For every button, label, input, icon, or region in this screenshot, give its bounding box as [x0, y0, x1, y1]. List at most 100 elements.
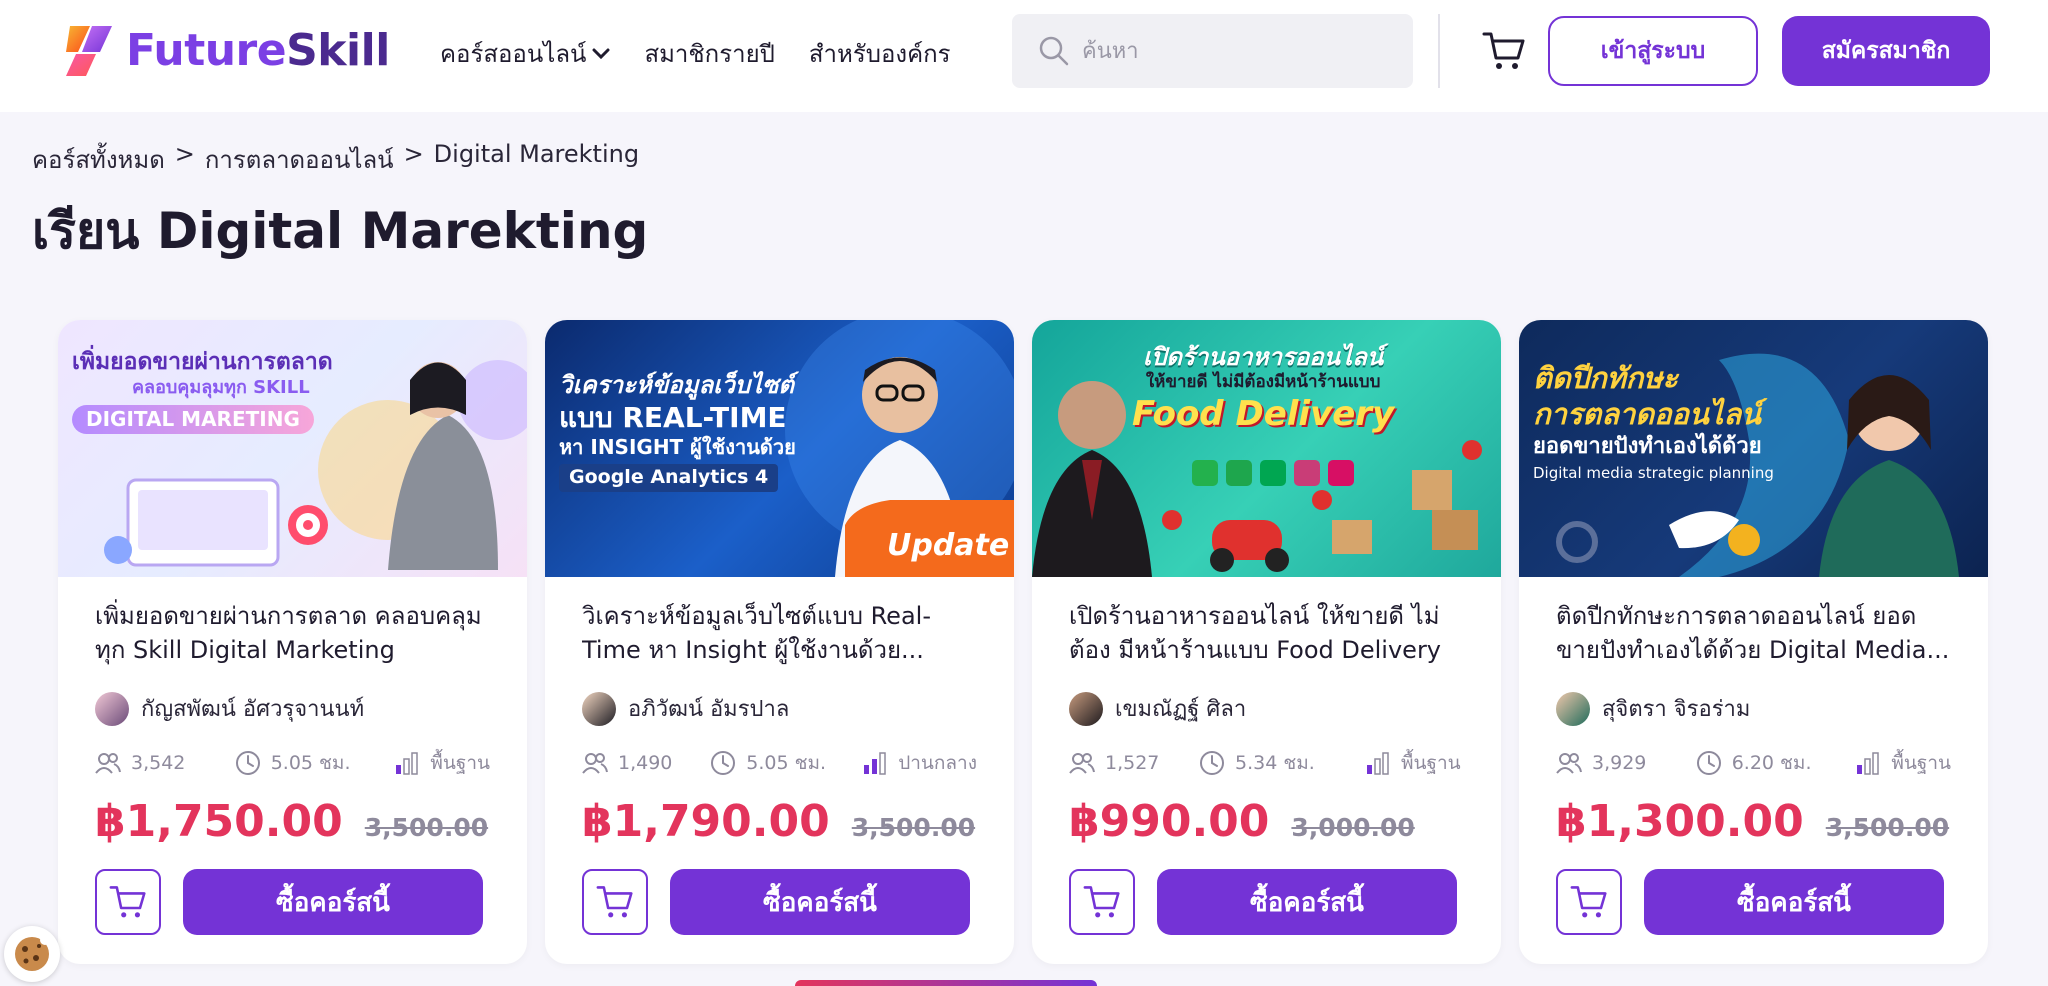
chevron-down-icon [592, 48, 610, 59]
cookie-settings-button[interactable] [4, 926, 60, 982]
users-icon [95, 753, 121, 774]
add-to-cart-button[interactable] [95, 869, 161, 935]
students-count: 1,527 [1105, 752, 1160, 774]
course-title[interactable]: ติดปีกทักษะการตลาดออนไลน์ ยอด ขายปังทำเอ… [1556, 599, 1951, 667]
course-title[interactable]: วิเคราะห์ข้อมูลเว็บไซต์แบบ Real-Time หา … [582, 599, 977, 667]
course-card[interactable]: เปิดร้านอาหารออนไลน์ ให้ขายดี ไม่มีต้องม… [1032, 320, 1501, 964]
card-actions: ซื้อคอร์สนี้ [582, 869, 977, 935]
original-price: 3,500.00 [364, 813, 489, 842]
price-row: ฿1,790.00 3,500.00 [582, 796, 977, 847]
add-to-cart-button[interactable] [1069, 869, 1135, 935]
sale-price: ฿990.00 [1069, 796, 1270, 847]
students-count: 3,929 [1592, 752, 1647, 774]
sale-price: ฿1,790.00 [582, 796, 830, 847]
avatar [1556, 691, 1590, 726]
nav-online-courses-label: คอร์สออนไลน์ [440, 40, 587, 68]
instructor: อภิวัฒน์ อัมรปาล [582, 691, 977, 726]
duration-value: 5.34 ชม. [1235, 752, 1315, 774]
level-bars-icon [396, 752, 419, 775]
page-title: เรียน Digital Marekting [32, 202, 649, 260]
futureskill-logo[interactable]: FutureSkill [60, 22, 390, 78]
cart-icon [1083, 886, 1120, 918]
cart-icon [596, 886, 633, 918]
students-stat: 3,929 [1556, 752, 1696, 774]
breadcrumb-item-all-courses[interactable]: คอร์สทั้งหมด [32, 140, 165, 179]
breadcrumb-separator: > [403, 140, 424, 168]
sale-price: ฿1,300.00 [1556, 796, 1804, 847]
course-thumbnail[interactable]: วิเคราะห์ข้อมูลเว็บไซต์ แบบ REAL-TIME หา… [545, 320, 1014, 577]
duration-stat: 5.34 ชม. [1199, 748, 1365, 778]
course-thumbnail[interactable]: ติดปีกทักษะ การตลาดออนไลน์ ยอดขายปังทำเอ… [1519, 320, 1988, 577]
instructor-name: อภิวัฒน์ อัมรปาล [628, 697, 790, 722]
level-bars-icon [864, 752, 886, 775]
instructor-name: กัญสพัฒน์ อัศวรุจานนท์ [141, 697, 365, 722]
card-actions: ซื้อคอร์สนี้ [95, 869, 490, 935]
students-stat: 3,542 [95, 752, 235, 774]
search-icon [1039, 36, 1069, 66]
nav-annual-membership[interactable]: สมาชิกรายปี [644, 34, 774, 73]
buy-course-button[interactable]: ซื้อคอร์สนี้ [1644, 869, 1944, 935]
instructor-name: เขมณัฏฐ์ ศิลา [1115, 697, 1247, 722]
price-row: ฿1,300.00 3,500.00 [1556, 796, 1951, 847]
breadcrumb: คอร์สทั้งหมด > การตลาดออนไลน์ > Digital … [32, 140, 639, 179]
course-card[interactable]: วิเคราะห์ข้อมูลเว็บไซต์ แบบ REAL-TIME หา… [545, 320, 1014, 964]
nav-annual-membership-label: สมาชิกรายปี [644, 40, 775, 68]
course-stats: 1,527 5.34 ชม. พื้นฐาน [1069, 748, 1464, 778]
breadcrumb-separator: > [174, 140, 195, 168]
buy-course-button[interactable]: ซื้อคอร์สนี้ [183, 869, 483, 935]
level-stat: พื้นฐาน [1855, 748, 1951, 778]
nav-for-organizations[interactable]: สำหรับองค์กร [809, 34, 951, 73]
instructor: กัญสพัฒน์ อัศวรุจานนท์ [95, 691, 490, 726]
search-input[interactable] [1082, 38, 1382, 64]
avatar [95, 691, 129, 726]
nav-online-courses[interactable]: คอร์สออนไลน์ [440, 34, 610, 73]
duration-value: 5.05 ชม. [270, 752, 351, 774]
price-row: ฿990.00 3,000.00 [1069, 796, 1464, 847]
course-title[interactable]: เปิดร้านอาหารออนไลน์ ให้ขายดี ไม่ต้อง มี… [1069, 599, 1464, 667]
duration-value: 5.05 ชม. [746, 752, 827, 774]
duration-value: 6.20 ชม. [1731, 752, 1812, 774]
course-card[interactable]: เพิ่มยอดขายผ่านการตลาด คลอบคุมลุมทุก SKI… [58, 320, 527, 964]
course-card[interactable]: ติดปีกทักษะ การตลาดออนไลน์ ยอดขายปังทำเอ… [1519, 320, 1988, 964]
login-button[interactable]: เข้าสู่ระบบ [1548, 16, 1758, 86]
cart-icon [1482, 32, 1525, 69]
original-price: 3,500.00 [851, 813, 976, 842]
buy-course-button[interactable]: ซื้อคอร์สนี้ [1157, 869, 1457, 935]
instructor: เขมณัฏฐ์ ศิลา [1069, 691, 1464, 726]
site-header: FutureSkill คอร์สออนไลน์ สมาชิกรายปี สำห… [0, 0, 2048, 112]
nav-for-organizations-label: สำหรับองค์กร [808, 40, 951, 68]
price-row: ฿1,750.00 3,500.00 [95, 796, 490, 847]
instructor: สุจิตรา จิรอร่าม [1556, 691, 1951, 726]
level-bars-icon [1857, 752, 1880, 775]
level-stat: พื้นฐาน [394, 748, 490, 778]
sale-price: ฿1,750.00 [95, 796, 343, 847]
main-nav: คอร์สออนไลน์ สมาชิกรายปี สำหรับองค์กร [440, 34, 985, 73]
level-stat: ปานกลาง [862, 748, 977, 778]
header-cart-button[interactable] [1482, 30, 1526, 76]
course-stats: 1,490 5.05 ชม. ปานกลาง [582, 748, 977, 778]
instructor-name: สุจิตรา จิรอร่าม [1602, 697, 1751, 722]
duration-stat: 6.20 ชม. [1696, 748, 1856, 778]
card-actions: ซื้อคอร์สนี้ [1069, 869, 1464, 935]
cart-icon [1570, 886, 1607, 918]
header-divider [1438, 14, 1440, 88]
add-to-cart-button[interactable] [582, 869, 648, 935]
logo-text: FutureSkill [126, 24, 390, 76]
course-thumbnail[interactable]: เปิดร้านอาหารออนไลน์ ให้ขายดี ไม่มีต้องม… [1032, 320, 1501, 577]
students-stat: 1,527 [1069, 752, 1199, 774]
course-stats: 3,929 6.20 ชม. พื้นฐาน [1556, 748, 1951, 778]
students-stat: 1,490 [582, 752, 710, 774]
level-value: พื้นฐาน [430, 752, 490, 774]
original-price: 3,500.00 [1825, 813, 1950, 842]
course-thumbnail[interactable]: เพิ่มยอดขายผ่านการตลาด คลอบคุมลุมทุก SKI… [58, 320, 527, 577]
level-value: ปานกลาง [898, 752, 977, 774]
buy-course-button[interactable]: ซื้อคอร์สนี้ [670, 869, 970, 935]
cookie-icon [15, 935, 50, 971]
add-to-cart-button[interactable] [1556, 869, 1622, 935]
course-title[interactable]: เพิ่มยอดขายผ่านการตลาด คลอบคลุม ทุก Skil… [95, 599, 490, 667]
search-box[interactable] [1012, 14, 1413, 88]
card-actions: ซื้อคอร์สนี้ [1556, 869, 1951, 935]
register-button[interactable]: สมัครสมาชิก [1782, 16, 1990, 86]
breadcrumb-item-online-marketing[interactable]: การตลาดออนไลน์ [205, 140, 394, 179]
clock-icon [1200, 751, 1224, 775]
